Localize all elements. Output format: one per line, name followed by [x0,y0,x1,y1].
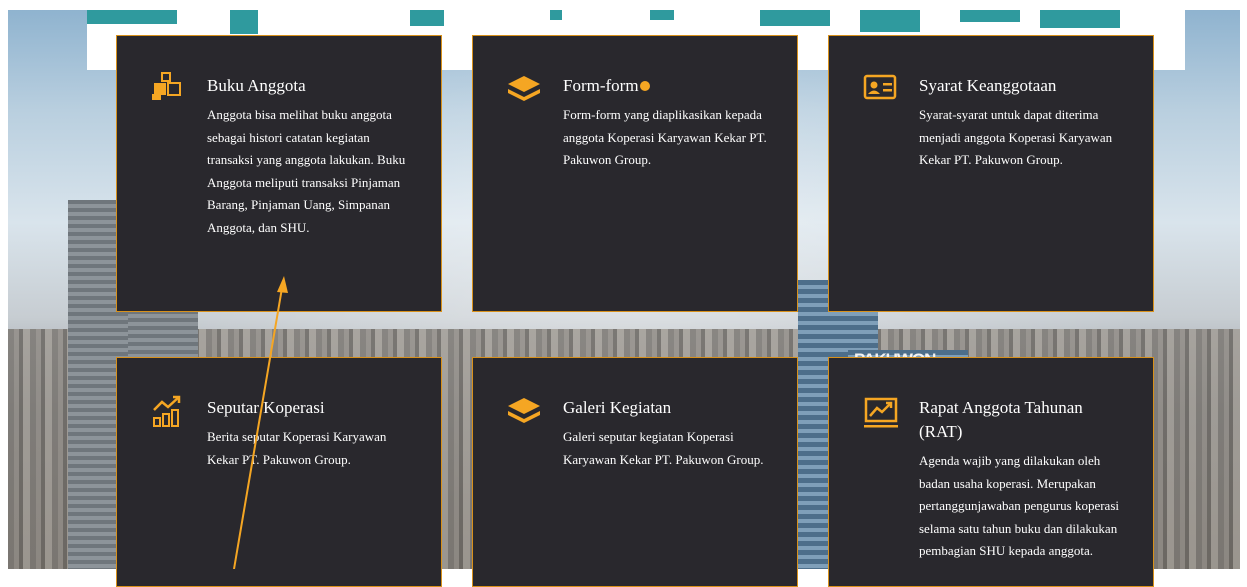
card-description: Anggota bisa melihat buku anggota sebaga… [207,107,406,235]
banner-shape [860,10,920,32]
banner-shape [650,10,674,20]
card-title[interactable]: Rapat Anggota Tahunan (RAT) [919,396,1129,444]
card-description: Galeri seputar kegiatan Koperasi Karyawa… [563,429,764,467]
card-description: Form-form yang diaplikasikan kepada angg… [563,107,767,167]
trend-chart-icon [863,394,898,428]
feature-card-buku-anggota[interactable]: Buku Anggota Anggota bisa melihat buku a… [116,35,442,312]
card-title[interactable]: Galeri Kegiatan [563,396,773,420]
banner-shape [1040,10,1120,28]
card-description: Agenda wajib yang dilakukan oleh badan u… [919,453,1119,558]
card-title[interactable]: Syarat Keanggotaan [919,74,1129,98]
id-card-icon [863,72,897,102]
banner-shape [410,10,444,26]
feature-card-rapat-anggota-tahunan[interactable]: Rapat Anggota Tahunan (RAT) Agenda wajib… [828,357,1154,587]
banner-shape [87,10,177,24]
feature-card-seputar-koperasi[interactable]: Seputar Koperasi Berita seputar Koperasi… [116,357,442,587]
layers-icon [507,72,540,102]
feature-card-form[interactable]: Form-form Form-form yang diaplikasikan k… [472,35,798,312]
feature-card-galeri-kegiatan[interactable]: Galeri Kegiatan Galeri seputar kegiatan … [472,357,798,587]
layers-icon [507,394,540,424]
chart-growth-icon [151,394,181,427]
banner-shape [230,10,258,34]
banner-shape [960,10,1020,22]
cubes-icon [151,72,181,102]
banner-shape [760,10,830,26]
feature-card-syarat-keanggotaan[interactable]: Syarat Keanggotaan Syarat-syarat untuk d… [828,35,1154,312]
card-title[interactable]: Seputar Koperasi [207,396,417,420]
cursor-dot [640,81,650,91]
banner-shape [550,10,562,20]
card-description: Berita seputar Koperasi Karyawan Kekar P… [207,429,387,467]
card-title[interactable]: Buku Anggota [207,74,417,98]
card-description: Syarat-syarat untuk dapat diterima menja… [919,107,1113,167]
card-title[interactable]: Form-form [563,74,773,98]
